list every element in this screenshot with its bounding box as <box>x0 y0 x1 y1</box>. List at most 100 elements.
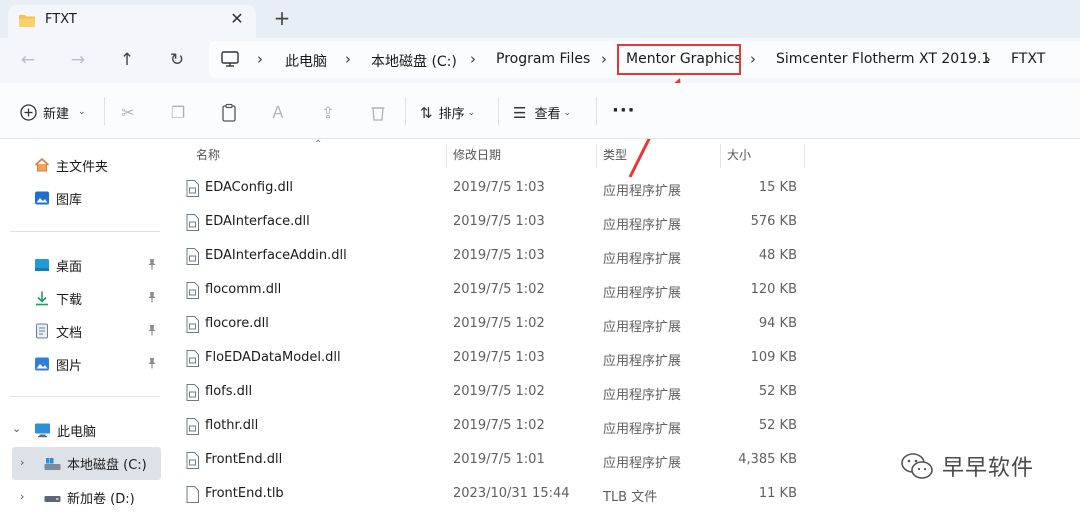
sort-icon: ⇅ <box>420 103 433 122</box>
breadcrumb-flotherm[interactable]: Simcenter Flotherm XT 2019.1 <box>776 51 990 67</box>
table-row[interactable]: EDAInterfaceAddin.dll 2019/7/5 1:03 应用程序… <box>182 240 1080 274</box>
file-name: FloEDADataModel.dll <box>205 350 341 365</box>
table-row[interactable]: FloEDADataModel.dll 2019/7/5 1:03 应用程序扩展… <box>182 342 1080 376</box>
file-size: 48 KB <box>758 248 797 263</box>
sidebar-item-documents[interactable]: 文档 <box>34 315 194 347</box>
delete-icon[interactable] <box>368 103 388 123</box>
file-size: 109 KB <box>750 350 797 365</box>
column-header-date[interactable]: 修改日期 <box>453 140 501 172</box>
close-icon[interactable]: ✕ <box>227 9 247 29</box>
rename-icon[interactable]: Ａ <box>268 103 288 123</box>
home-icon <box>34 157 50 172</box>
toolbar-divider <box>498 97 499 125</box>
dll-file-icon <box>186 350 199 367</box>
breadcrumb-ftxt[interactable]: FTXT <box>1011 51 1045 67</box>
chevron-right-icon[interactable]: › <box>20 456 24 469</box>
chevron-right-icon: › <box>470 50 476 68</box>
file-size: 576 KB <box>750 214 797 229</box>
computer-icon <box>221 51 239 67</box>
sidebar-divider <box>10 231 160 232</box>
table-row[interactable]: EDAInterface.dll 2019/7/5 1:03 应用程序扩展 57… <box>182 206 1080 240</box>
toolbar-divider <box>596 97 597 125</box>
back-icon[interactable]: ← <box>16 48 40 72</box>
chevron-right-icon: › <box>601 50 607 68</box>
command-bar: 新建 ⌄ ✂ ❐ Ａ ⇪ ⇅ 排序 ⌄ ☰ 查看 ⌄ ··· <box>0 83 1080 139</box>
sidebar-item-new-volume-d[interactable]: › 新加卷 (D:) <box>12 481 161 513</box>
file-name: EDAInterfaceAddin.dll <box>205 248 347 263</box>
breadcrumb-this-pc[interactable]: 此电脑 <box>285 51 327 71</box>
file-name: EDAInterface.dll <box>205 214 310 229</box>
file-type: 应用程序扩展 <box>603 218 682 233</box>
file-icon <box>186 486 199 503</box>
file-date: 2023/10/31 15:44 <box>453 486 570 501</box>
folder-icon <box>19 15 35 27</box>
file-type: 应用程序扩展 <box>603 388 682 403</box>
pictures-icon <box>35 357 49 371</box>
chevron-right-icon: › <box>985 50 991 68</box>
new-tab-button[interactable]: + <box>270 7 294 31</box>
sidebar-item-label: 桌面 <box>56 259 83 275</box>
file-name: flocomm.dll <box>205 282 282 297</box>
cut-icon[interactable]: ✂ <box>118 103 138 123</box>
breadcrumb-program-files[interactable]: Program Files <box>496 51 590 67</box>
sidebar-item-desktop[interactable]: 桌面 <box>34 249 194 281</box>
column-divider[interactable] <box>446 144 447 168</box>
up-icon[interactable]: ↑ <box>115 48 139 72</box>
chevron-down-icon[interactable]: ⌄ <box>12 422 21 435</box>
computer-icon <box>35 423 50 438</box>
refresh-icon[interactable]: ↻ <box>165 48 189 72</box>
forward-icon[interactable]: → <box>66 48 90 72</box>
paste-icon[interactable] <box>219 103 239 123</box>
tab-ftxt[interactable]: FTXT ✕ <box>8 5 256 38</box>
sidebar-item-label: 文档 <box>56 325 83 341</box>
column-header-type[interactable]: 类型 <box>603 140 627 172</box>
chevron-right-icon[interactable]: › <box>20 490 24 503</box>
sidebar-item-label: 本地磁盘 (C:) <box>67 458 147 473</box>
file-type: 应用程序扩展 <box>603 354 682 369</box>
sidebar-item-this-pc[interactable]: 此电脑 <box>34 414 194 446</box>
table-row[interactable]: EDAConfig.dll 2019/7/5 1:03 应用程序扩展 15 KB <box>182 172 1080 206</box>
table-row[interactable]: flothr.dll 2019/7/5 1:02 应用程序扩展 52 KB <box>182 410 1080 444</box>
column-header-name[interactable]: 名称 <box>196 140 220 172</box>
file-date: 2019/7/5 1:03 <box>453 214 545 229</box>
more-options-button[interactable]: ··· <box>612 100 636 121</box>
view-button[interactable]: ☰ 查看 ⌄ <box>513 103 571 123</box>
sidebar-item-local-disk-c[interactable]: › 本地磁盘 (C:) <box>12 447 161 480</box>
file-size: 11 KB <box>758 486 797 501</box>
watermark: 早早软件 <box>900 450 1034 482</box>
table-row[interactable]: FrontEnd.tlb 2023/10/31 15:44 TLB 文件 11 … <box>182 478 1080 512</box>
table-row[interactable]: flocore.dll 2019/7/5 1:02 应用程序扩展 94 KB <box>182 308 1080 342</box>
chevron-down-icon: ⌄ <box>78 107 86 117</box>
table-row[interactable]: flofs.dll 2019/7/5 1:02 应用程序扩展 52 KB <box>182 376 1080 410</box>
pin-icon[interactable] <box>147 357 157 369</box>
breadcrumb-local-disk[interactable]: 本地磁盘 (C:) <box>371 51 457 71</box>
navigation-bar: ← → ↑ ↻ › 此电脑 › 本地磁盘 (C:) › Program File… <box>0 38 1080 83</box>
file-date: 2019/7/5 1:03 <box>453 248 545 263</box>
column-divider[interactable] <box>720 144 721 168</box>
sidebar-item-home[interactable]: 主文件夹 <box>34 149 194 181</box>
column-divider[interactable] <box>804 144 805 168</box>
sidebar-item-gallery[interactable]: 图库 <box>34 182 194 214</box>
table-row[interactable]: flocomm.dll 2019/7/5 1:02 应用程序扩展 120 KB <box>182 274 1080 308</box>
new-button[interactable]: 新建 ⌄ <box>20 102 86 122</box>
chevron-right-icon: › <box>257 50 263 68</box>
pin-icon[interactable] <box>147 324 157 336</box>
pin-icon[interactable] <box>147 258 157 270</box>
share-icon[interactable]: ⇪ <box>318 103 338 123</box>
sidebar-item-downloads[interactable]: 下载 <box>34 282 194 314</box>
file-name: FrontEnd.tlb <box>205 486 284 501</box>
sidebar-item-pictures[interactable]: 图片 <box>34 348 194 380</box>
file-size: 94 KB <box>758 316 797 331</box>
column-divider[interactable] <box>596 144 597 168</box>
file-type: 应用程序扩展 <box>603 422 682 437</box>
column-header-size[interactable]: 大小 <box>727 140 751 172</box>
copy-icon[interactable]: ❐ <box>168 103 188 123</box>
title-bar: FTXT ✕ + <box>0 0 1080 38</box>
pin-icon[interactable] <box>147 291 157 303</box>
file-size: 4,385 KB <box>738 452 797 467</box>
file-type: 应用程序扩展 <box>603 184 682 199</box>
dll-file-icon <box>186 248 199 265</box>
dll-file-icon <box>186 214 199 231</box>
drive-icon <box>44 496 61 502</box>
sort-button[interactable]: ⇅ 排序 ⌄ <box>420 103 475 123</box>
